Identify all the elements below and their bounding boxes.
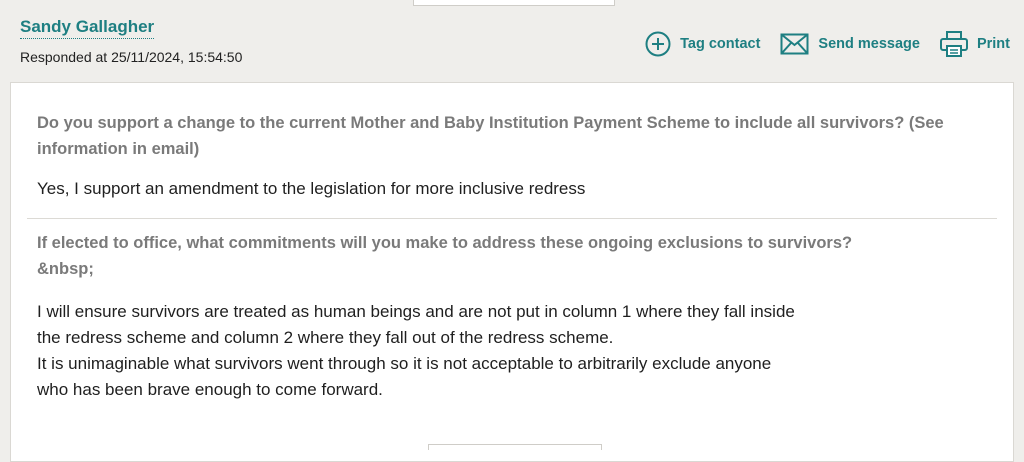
print-label: Print [976, 36, 1010, 52]
action-bar: Tag contact Send message Print [645, 31, 1010, 57]
response-header: Sandy Gallagher Responded at 25/11/2024,… [0, 0, 1024, 80]
question-block: If elected to office, what commitments w… [11, 219, 1013, 403]
question-block: Do you support a change to the current M… [11, 83, 1013, 218]
answer-line: the redress scheme and column 2 where th… [37, 328, 614, 347]
tag-contact-button[interactable]: Tag contact [645, 31, 760, 57]
respondent-name-link[interactable]: Sandy Gallagher [20, 17, 155, 39]
question-line: If elected to office, what commitments w… [37, 234, 853, 252]
bottom-tab-edge [428, 444, 602, 450]
envelope-icon [780, 33, 809, 55]
printer-icon [939, 31, 968, 57]
answer-line: Yes, I support an amendment to the legis… [37, 179, 586, 198]
print-button[interactable]: Print [939, 31, 1010, 57]
response-card: Do you support a change to the current M… [10, 82, 1014, 462]
answer-text: I will ensure survivors are treated as h… [37, 282, 987, 403]
answer-line: It is unimaginable what survivors went t… [37, 354, 772, 373]
question-text: Do you support a change to the current M… [37, 114, 944, 158]
answer-text: Yes, I support an amendment to the legis… [37, 162, 987, 218]
plus-circle-icon [645, 31, 671, 57]
send-message-label: Send message [818, 36, 920, 52]
question-line: &nbsp; [37, 260, 94, 278]
responded-timestamp: Responded at 25/11/2024, 15:54:50 [20, 49, 243, 65]
send-message-button[interactable]: Send message [780, 33, 920, 55]
answer-line: who has been brave enough to come forwar… [37, 380, 383, 399]
answer-line: I will ensure survivors are treated as h… [37, 302, 795, 321]
question-text: If elected to office, what commitments w… [37, 219, 987, 282]
tag-contact-label: Tag contact [680, 36, 761, 52]
